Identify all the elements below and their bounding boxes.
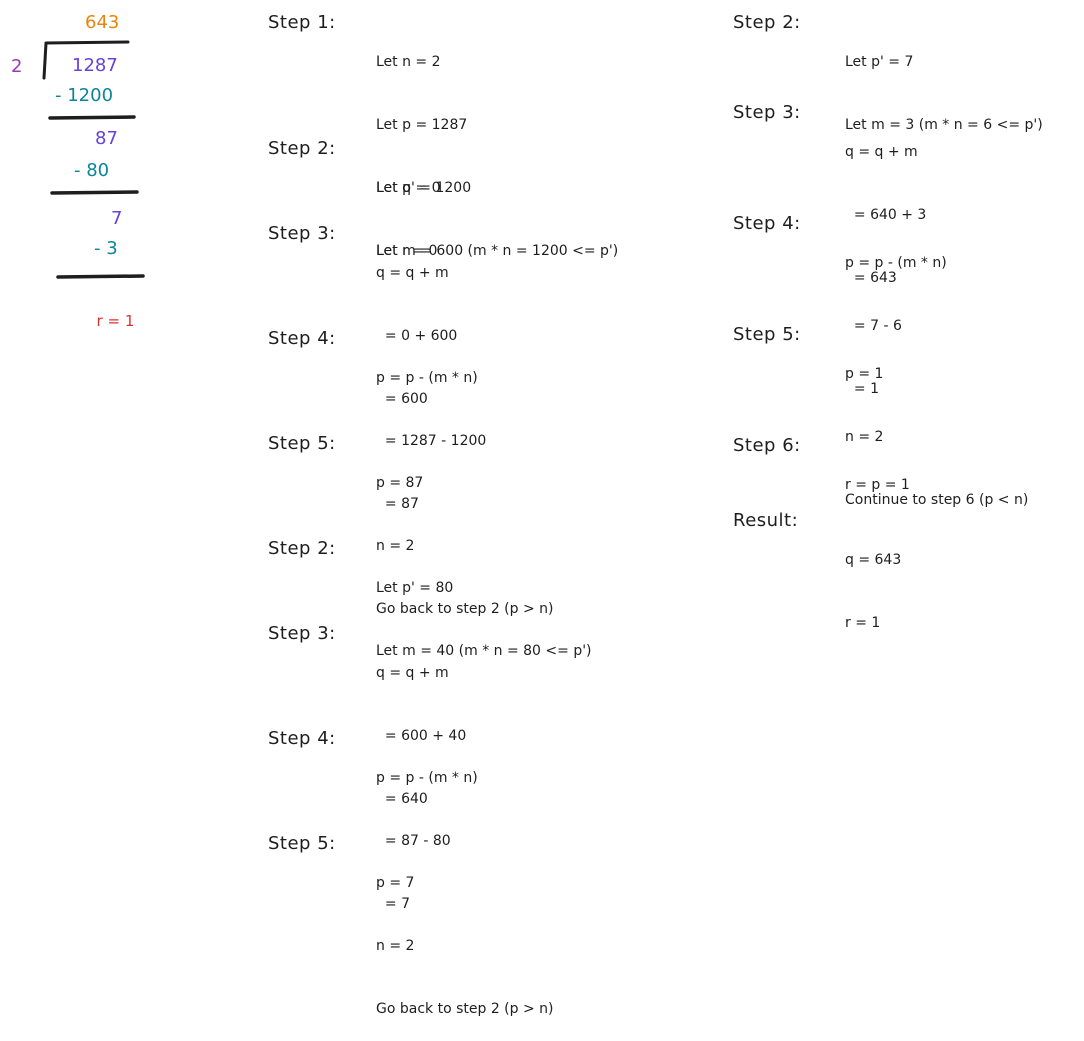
subtrahend-1: - 1200 [55,85,114,106]
subtrahend-3: - 3 [94,238,118,259]
step-label: Step 4: [268,328,336,349]
partial-remainder-2: 7 [111,208,123,229]
step-label: Step 4: [733,213,801,234]
step-body: p = 7 n = 2 Go back to step 2 (p > n) [376,875,554,1017]
step-label: Step 2: [268,538,336,559]
partial-remainder-1: 87 [95,128,118,149]
subtraction-rule-2 [50,190,139,195]
step-label: Step 5: [733,324,801,345]
step-label: Step 3: [733,102,801,123]
subtraction-rule-3 [56,274,145,279]
step-label: Step 2: [733,12,801,33]
step-label: Step 6: [733,435,801,456]
step-label: Step 5: [268,433,336,454]
divisor: 2 [11,56,23,77]
final-remainder: r = 1 [96,312,135,330]
subtrahend-2: - 80 [74,160,110,181]
step-label: Step 1: [268,12,336,33]
step-label: Step 4: [268,728,336,749]
subtraction-rule-1 [48,115,136,120]
step-label: Step 3: [268,623,336,644]
step-label: Step 2: [268,138,336,159]
step-body: r = p = 1 [845,477,910,493]
quotient: 643 [85,12,120,33]
step-label: Step 5: [268,833,336,854]
dividend: 1287 [72,55,118,76]
step-label: Step 3: [268,223,336,244]
result-label: Result: [733,510,799,531]
result-body: q = 643 r = 1 [845,552,902,631]
